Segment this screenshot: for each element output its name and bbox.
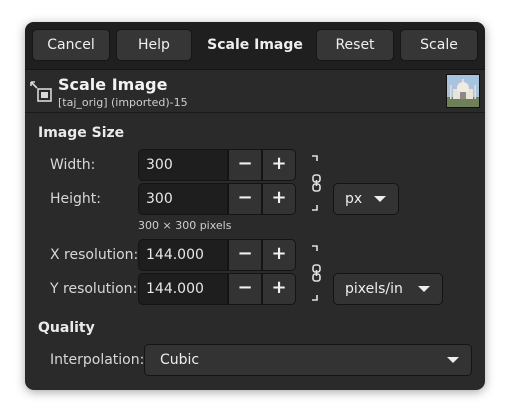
resolution-chain-icon[interactable] — [309, 245, 323, 301]
y-resolution-label: Y resolution: — [50, 281, 138, 297]
header-bar: Cancel Help Scale Image Reset Scale — [25, 22, 485, 70]
interpolation-label: Interpolation: — [50, 352, 145, 368]
taj-mahal-thumbnail-icon — [447, 75, 479, 107]
pixel-size-info: 300 × 300 pixels — [138, 219, 232, 232]
resolution-unit-dropdown[interactable]: pixels/in — [333, 273, 443, 305]
x-resolution-input[interactable]: 144.000 — [138, 239, 228, 271]
help-button[interactable]: Help — [116, 29, 192, 61]
x-resolution-increment-button[interactable]: + — [262, 239, 296, 271]
width-label: Width: — [50, 157, 96, 173]
cancel-button[interactable]: Cancel — [32, 29, 110, 61]
size-chain-icon[interactable] — [309, 155, 323, 211]
x-resolution-decrement-button[interactable]: − — [228, 239, 262, 271]
width-decrement-button[interactable]: − — [228, 149, 262, 181]
resolution-unit-value: pixels/in — [345, 281, 403, 297]
x-resolution-label: X resolution: — [50, 247, 139, 263]
height-increment-button[interactable]: + — [262, 183, 296, 215]
image-thumbnail — [446, 74, 480, 108]
unit-value: px — [345, 191, 363, 207]
quality-heading: Quality — [38, 320, 95, 336]
unit-dropdown[interactable]: px — [333, 183, 399, 215]
y-resolution-increment-button[interactable]: + — [262, 273, 296, 305]
interpolation-value: Cubic — [160, 352, 200, 368]
y-resolution-input[interactable]: 144.000 — [138, 273, 228, 305]
dialog-title: Scale Image — [207, 37, 303, 53]
scale-image-icon — [30, 81, 52, 102]
image-name: [taj_orig] (imported)-15 — [58, 96, 188, 109]
height-label: Height: — [50, 191, 101, 207]
subheader: Scale Image [taj_orig] (imported)-15 — [25, 70, 485, 112]
width-increment-button[interactable]: + — [262, 149, 296, 181]
chevron-down-icon — [447, 357, 459, 363]
interpolation-dropdown[interactable]: Cubic — [144, 344, 472, 376]
scale-button[interactable]: Scale — [400, 29, 478, 61]
height-input[interactable]: 300 — [138, 183, 228, 215]
y-resolution-decrement-button[interactable]: − — [228, 273, 262, 305]
header-separator — [25, 112, 485, 113]
scale-image-dialog: Cancel Help Scale Image Reset Scale Scal… — [25, 22, 485, 390]
subheader-title: Scale Image — [58, 75, 168, 94]
height-decrement-button[interactable]: − — [228, 183, 262, 215]
width-input[interactable]: 300 — [138, 149, 228, 181]
chevron-down-icon — [418, 286, 430, 292]
reset-button[interactable]: Reset — [316, 29, 394, 61]
chevron-down-icon — [374, 196, 386, 202]
image-size-heading: Image Size — [38, 125, 125, 141]
